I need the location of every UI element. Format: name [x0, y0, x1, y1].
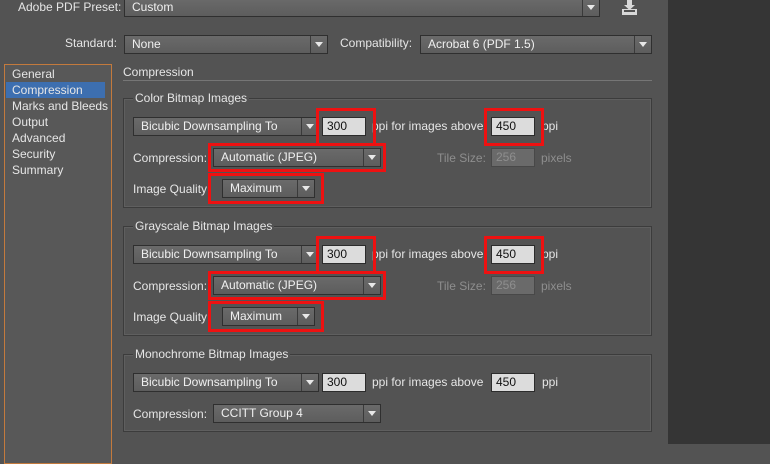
section-divider [123, 80, 652, 81]
highlight-color-above [484, 108, 544, 146]
gray-ppi-label: ppi for images above [372, 247, 484, 261]
mono-downsampling-dropdown[interactable]: Bicubic Downsampling To [133, 373, 319, 392]
color-tile-unit: pixels [541, 151, 572, 165]
gray-quality-label: Image Quality: [133, 310, 211, 324]
color-downsampling-value: Bicubic Downsampling To [141, 119, 278, 133]
gray-downsampling-dropdown[interactable]: Bicubic Downsampling To [133, 245, 319, 264]
section-title: Compression [123, 65, 194, 79]
highlight-gray-above [484, 236, 544, 274]
sidebar-item-compression[interactable]: Compression [6, 82, 105, 98]
sidebar-item-summary[interactable]: Summary [12, 162, 63, 178]
color-ppi-label: ppi for images above [372, 119, 484, 133]
sidebar: General Compression Marks and Bleeds Out… [4, 64, 112, 464]
highlight-gray-ppi [316, 236, 376, 274]
mono-compression-value: CCITT Group 4 [221, 406, 303, 420]
color-tile-field[interactable]: 256 [491, 148, 535, 167]
standard-dropdown[interactable]: None [124, 35, 328, 54]
gray-tile-unit: pixels [541, 279, 572, 293]
mono-ppi-field[interactable]: 300 [322, 373, 366, 392]
chevron-down-icon [582, 0, 599, 16]
sidebar-item-marks-and-bleeds[interactable]: Marks and Bleeds [12, 98, 108, 114]
chevron-down-icon [634, 36, 651, 53]
chevron-down-icon [363, 405, 380, 422]
preset-value: Custom [132, 0, 174, 14]
highlight-gray-compression [208, 271, 386, 300]
highlight-gray-quality [208, 301, 324, 332]
gray-tile-field[interactable]: 256 [491, 276, 535, 295]
mono-above-field[interactable]: 450 [491, 373, 535, 392]
gray-compression-label: Compression: [133, 279, 208, 293]
sidebar-item-output[interactable]: Output [12, 114, 48, 130]
sidebar-item-security[interactable]: Security [12, 146, 55, 162]
standard-value: None [132, 37, 161, 51]
chevron-down-icon [301, 374, 318, 391]
preset-dropdown[interactable]: Custom [124, 0, 600, 17]
sidebar-item-advanced[interactable]: Advanced [12, 130, 65, 146]
mono-compression-dropdown[interactable]: CCITT Group 4 [213, 404, 381, 423]
compatibility-label: Compatibility: [340, 36, 413, 50]
color-above-unit: ppi [542, 119, 559, 133]
sidebar-item-general[interactable]: General [12, 66, 55, 82]
mono-ppi-label: ppi for images above [372, 375, 484, 389]
right-panel [668, 0, 770, 444]
preset-label: Adobe PDF Preset: [18, 0, 122, 14]
color-compression-label: Compression: [133, 151, 208, 165]
chevron-down-icon [310, 36, 327, 53]
mono-downsampling-value: Bicubic Downsampling To [141, 375, 278, 389]
color-tile-label: Tile Size: [437, 151, 486, 165]
highlight-color-compression [208, 143, 386, 172]
compatibility-value: Acrobat 6 (PDF 1.5) [428, 37, 535, 51]
color-quality-label: Image Quality: [133, 182, 211, 196]
compatibility-dropdown[interactable]: Acrobat 6 (PDF 1.5) [420, 35, 652, 54]
gray-group-title: Grayscale Bitmap Images [133, 218, 275, 234]
gray-downsampling-value: Bicubic Downsampling To [141, 247, 278, 261]
highlight-color-quality [208, 173, 324, 204]
color-downsampling-dropdown[interactable]: Bicubic Downsampling To [133, 117, 319, 136]
gray-tile-label: Tile Size: [437, 279, 486, 293]
color-group-title: Color Bitmap Images [133, 90, 250, 106]
highlight-color-ppi [316, 108, 376, 146]
mono-compression-label: Compression: [133, 407, 208, 421]
mono-above-unit: ppi [542, 375, 559, 389]
save-preset-icon[interactable] [618, 0, 642, 18]
gray-above-unit: ppi [542, 247, 559, 261]
mono-group-title: Monochrome Bitmap Images [133, 346, 291, 362]
standard-label: Standard: [65, 36, 118, 50]
